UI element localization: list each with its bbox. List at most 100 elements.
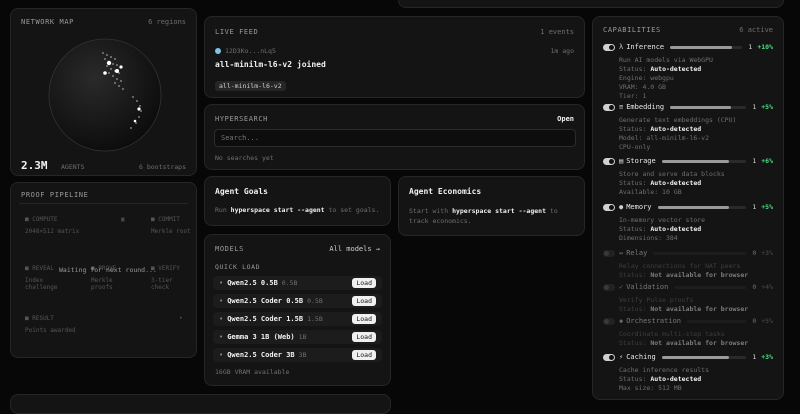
- vram-available: 16GB VRAM available: [215, 368, 290, 376]
- capability-bar: [661, 159, 747, 163]
- capability-desc: Verify Pulse proofs: [619, 296, 694, 304]
- model-bullet-icon: •: [219, 333, 224, 341]
- model-name: Gemma 3 1B (Web): [227, 333, 295, 341]
- capability-name: Inference: [626, 43, 665, 51]
- capability-delta: +3%: [761, 353, 773, 361]
- capability-toggle[interactable]: [603, 283, 615, 291]
- capability-count: 1: [752, 203, 757, 211]
- model-row[interactable]: • Qwen2.5 Coder 1.5B 1.5B Load: [213, 312, 382, 326]
- agent-goals-post: to set goals.: [328, 206, 380, 214]
- capability-status: Status: Not available for browser: [619, 305, 773, 314]
- live-feed-panel: LIVE FEED 1 events 12D3Ko...nLq5 1m ago …: [204, 16, 585, 98]
- model-name: Qwen2.5 Coder 0.5B: [227, 297, 304, 305]
- capability-delta: +5%: [761, 317, 773, 325]
- proof-pipeline-panel: PROOF PIPELINE ■ COMPUTE 2048×512 matrix…: [10, 182, 197, 358]
- capability-status: Status: Auto-detected: [619, 65, 773, 74]
- hypersearch-open-link[interactable]: Open: [557, 115, 574, 123]
- capability-name: Embedding: [626, 103, 665, 111]
- capability-detail: Max size: 512 MB: [619, 384, 682, 392]
- model-size: 1.5B: [307, 315, 323, 323]
- agent-economics-cmd: hyperspace start --agent: [452, 207, 546, 215]
- capability-desc: Generate text embeddings (CPU): [619, 116, 737, 124]
- capability-toggle[interactable]: [603, 317, 615, 325]
- load-model-button[interactable]: Load: [352, 350, 376, 360]
- capability-desc: Cache inference results: [619, 366, 710, 374]
- capability-name: Memory: [626, 203, 652, 211]
- quick-load-label: QUICK LOAD: [215, 263, 261, 271]
- capabilities-title: CAPABILITIES: [603, 26, 661, 34]
- capability-toggle[interactable]: [603, 157, 615, 165]
- capability-count: 1: [752, 353, 757, 361]
- capability-toggle[interactable]: [603, 43, 615, 51]
- model-row[interactable]: • Qwen2.5 0.5B 0.5B Load: [213, 276, 382, 290]
- globe[interactable]: [45, 35, 165, 155]
- capabilities-active: 6 active: [739, 26, 773, 34]
- capability-bar: [670, 45, 743, 49]
- capability-toggle[interactable]: [603, 249, 615, 257]
- agent-goals-pre: Run: [215, 206, 227, 214]
- model-row[interactable]: • Gemma 3 1B (Web) 1B Load: [213, 330, 382, 344]
- capability-desc: Relay connections for NAT peers: [619, 262, 741, 270]
- capability-status-value: Auto-detected: [650, 65, 702, 73]
- capability-toggle[interactable]: [603, 203, 615, 211]
- agent-goals-hint: Run hyperspace start --agent to set goal…: [215, 206, 379, 214]
- capability-status: Status: Not available for browser: [619, 271, 773, 280]
- capability-status-label: Status:: [619, 339, 647, 347]
- capability-icon: λ: [619, 43, 624, 51]
- model-bullet-icon: •: [219, 297, 224, 305]
- capability-status-label: Status:: [619, 125, 647, 133]
- hypersearch-title: HYPERSEARCH: [215, 115, 268, 123]
- search-empty-state: No searches yet: [215, 154, 274, 162]
- capability-status-value: Not available for browser: [650, 339, 749, 347]
- capability-icon: ●: [619, 203, 624, 211]
- capability-status-label: Status:: [619, 271, 647, 279]
- capability-count: 1: [748, 43, 753, 51]
- capability-toggle[interactable]: [603, 353, 615, 361]
- model-bullet-icon: •: [219, 351, 224, 359]
- proof-pipeline-title: PROOF PIPELINE: [21, 191, 89, 199]
- capabilities-panel: CAPABILITIES 6 active λ Inference 1 +10% Run…: [592, 16, 784, 400]
- model-tag: all-minilm-l6-v2: [215, 81, 286, 91]
- model-bullet-icon: •: [219, 315, 224, 323]
- capability-toggle[interactable]: [603, 103, 615, 111]
- bootstraps-count: 6 bootstraps: [139, 163, 186, 171]
- top-panel-right: [398, 0, 784, 8]
- all-models-link[interactable]: All models →: [329, 245, 380, 253]
- model-size: 0.5B: [307, 297, 323, 305]
- model-row[interactable]: • Qwen2.5 Coder 0.5B 0.5B Load: [213, 294, 382, 308]
- capability-count: 1: [752, 103, 757, 111]
- capability-icon: ⚡: [619, 353, 624, 361]
- capability-status-label: Status:: [619, 375, 647, 383]
- reveal-desc: Index challenge: [25, 277, 58, 291]
- peer-id: 12D3Ko...nLq5: [225, 47, 276, 55]
- load-model-button[interactable]: Load: [352, 278, 376, 288]
- load-model-button[interactable]: Load: [352, 332, 376, 342]
- capability-validation: ✓ Validation 0 +4% Verify Pulse proofs Status…: [603, 282, 773, 314]
- feed-item[interactable]: 12D3Ko...nLq5 1m ago all-minilm-l6-v2 jo…: [215, 47, 574, 92]
- capability-status-label: Status:: [619, 305, 647, 313]
- capability-status-value: Not available for browser: [650, 305, 749, 313]
- capability-detail: Dimensions: 384: [619, 234, 678, 242]
- result-step: ■ RESULT Points awarded: [25, 315, 76, 334]
- capability-icon: ✓: [619, 283, 624, 291]
- capability-name: Caching: [626, 353, 656, 361]
- capability-bar: [687, 319, 747, 323]
- load-model-button[interactable]: Load: [352, 314, 376, 324]
- capability-desc: Store and serve data blocks: [619, 170, 725, 178]
- capability-bar: [674, 285, 747, 289]
- capability-orchestration: ◆ Orchestration 0 +5% Coordinate multi-step …: [603, 316, 773, 348]
- capability-status-value: Auto-detected: [650, 179, 702, 187]
- capability-name: Orchestration: [626, 317, 682, 325]
- agent-economics-panel: Agent Economics Start with hyperspace st…: [398, 176, 585, 236]
- load-model-button[interactable]: Load: [352, 296, 376, 306]
- capability-bar: [657, 205, 747, 209]
- model-row[interactable]: • Qwen2.5 Coder 3B 3B Load: [213, 348, 382, 362]
- search-input[interactable]: [214, 129, 576, 147]
- commit-label: COMMIT: [158, 216, 180, 223]
- capability-status-value: Auto-detected: [650, 125, 702, 133]
- agent-goals-panel: Agent Goals Run hyperspace start --agent…: [204, 176, 391, 226]
- capability-status-value: Auto-detected: [650, 375, 702, 383]
- agent-economics-title: Agent Economics: [409, 187, 482, 196]
- verify-label: VERIFY: [158, 265, 180, 272]
- capability-status: Status: Auto-detected: [619, 179, 773, 188]
